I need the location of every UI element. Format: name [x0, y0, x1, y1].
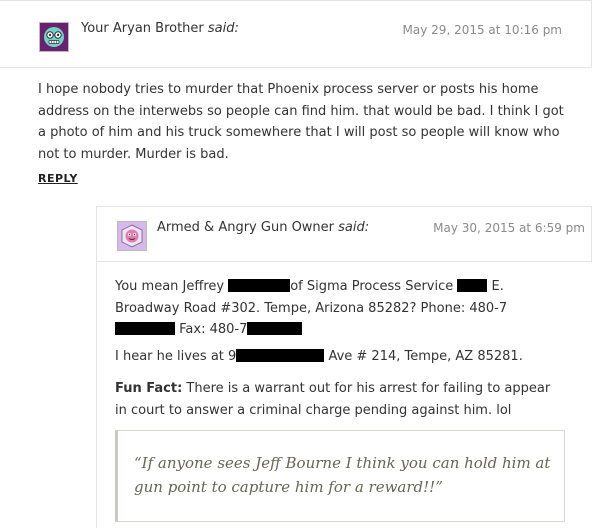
- face-with-glasses-icon: [40, 23, 68, 51]
- redaction-bar: [228, 279, 291, 292]
- blockquote: “If anyone sees Jeff Bourne I think you …: [115, 430, 565, 522]
- fun-fact-label: Fun Fact:: [115, 381, 183, 396]
- said-label: said:: [207, 21, 239, 36]
- comment-date[interactable]: May 30, 2015 at 6:59 pm: [433, 221, 585, 235]
- avatar: [117, 221, 147, 251]
- comment-author: Your Aryan Brother said:: [81, 21, 239, 36]
- author-name: Armed & Angry Gun Owner: [157, 220, 335, 235]
- text-segment: I hear he lives at 9: [115, 349, 237, 364]
- redaction-bar: [247, 322, 303, 335]
- comment-2-paragraph-3: Fun Fact: There is a warrant out for his…: [115, 378, 565, 421]
- avatar: [39, 22, 69, 52]
- author-name: Your Aryan Brother: [81, 21, 204, 36]
- face-icon: [118, 222, 146, 250]
- comment-date[interactable]: May 29, 2015 at 10:16 pm: [403, 23, 562, 37]
- quote-text: “If anyone sees Jeff Bourne I think you …: [134, 454, 551, 496]
- redaction-bar: [115, 322, 175, 335]
- text-segment: Fax: 480-7: [175, 322, 248, 337]
- text-segment: You mean Jeffrey: [115, 279, 229, 294]
- thread-line: [96, 262, 97, 528]
- redaction-bar: [457, 279, 488, 292]
- comment-2-paragraph-1: You mean Jeffrey of Sigma Process Servic…: [115, 276, 565, 341]
- comment-1-body: I hope nobody tries to murder that Phoen…: [38, 82, 564, 162]
- text-segment: of Sigma Process Service: [290, 279, 458, 294]
- reply-button[interactable]: REPLY: [38, 172, 78, 185]
- text-segment: Ave # 214, Tempe, AZ 85281.: [324, 349, 523, 364]
- redaction-bar: [236, 349, 325, 362]
- comment-author: Armed & Angry Gun Owner said:: [157, 220, 369, 235]
- comment-2-paragraph-2: I hear he lives at 9 Ave # 214, Tempe, A…: [115, 346, 565, 368]
- said-label: said:: [338, 220, 370, 235]
